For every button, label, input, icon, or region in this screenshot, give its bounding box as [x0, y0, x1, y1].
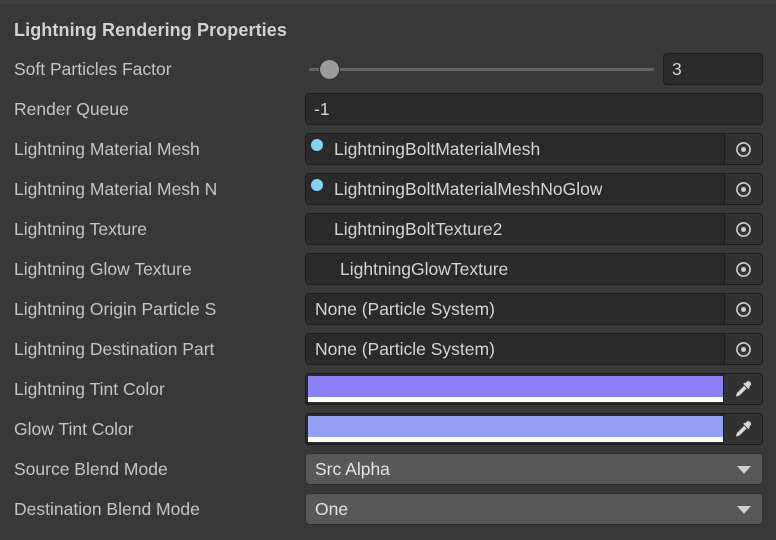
- object-picker-glyph: [736, 141, 751, 157]
- panel-top-edge: [0, 0, 776, 4]
- property-label: Lightning Material Mesh N: [14, 179, 218, 199]
- dropdown-selected-value: One: [315, 499, 349, 519]
- soft-particles-slider[interactable]: [305, 49, 657, 89]
- color-swatch[interactable]: [308, 376, 723, 402]
- object-field-value: LightningGlowTexture: [340, 258, 509, 279]
- property-row-source-blend-mode: Source Blend Mode Src Alpha: [0, 449, 776, 489]
- dropdown-selected-value: Src Alpha: [315, 459, 390, 479]
- color-swatch-rgb: [308, 416, 723, 437]
- property-row-glow-tint-color: Glow Tint Color: [0, 409, 776, 449]
- property-row-lightning-material-mesh-no-glow: Lightning Material Mesh N LightningBoltM…: [0, 169, 776, 209]
- object-field-content: LightningBoltTexture2: [306, 214, 724, 244]
- property-label: Destination Blend Mode: [14, 499, 200, 519]
- property-row-lightning-texture: Lightning Texture LightningBoltTexture2: [0, 209, 776, 249]
- color-swatch[interactable]: [308, 416, 723, 442]
- property-field: LightningBoltTexture2: [305, 209, 763, 249]
- property-field: [305, 409, 763, 449]
- glow-tint-color-field[interactable]: [305, 413, 763, 445]
- inspector-panel: Lightning Rendering Properties Soft Part…: [0, 0, 776, 540]
- property-row-lightning-glow-texture: Lightning Glow Texture LightningGlowText…: [0, 249, 776, 289]
- slider-track[interactable]: [309, 68, 654, 71]
- color-swatch-alpha: [308, 437, 723, 442]
- property-field: LightningBoltMaterialMeshNoGlow: [305, 169, 763, 209]
- property-label: Lightning Tint Color: [14, 379, 165, 399]
- chevron-down-icon: [737, 506, 751, 514]
- property-row-destination-blend-mode: Destination Blend Mode One: [0, 489, 776, 529]
- object-picker-icon[interactable]: [724, 214, 762, 244]
- object-field-content: None (Particle System): [306, 334, 724, 364]
- object-picker-icon[interactable]: [724, 294, 762, 324]
- property-row-lightning-origin-particle-system: Lightning Origin Particle S None (Partic…: [0, 289, 776, 329]
- color-swatch-alpha: [308, 397, 723, 402]
- object-picker-glyph: [736, 301, 751, 317]
- texture-gradient-icon: [309, 218, 331, 240]
- object-field-value: LightningBoltMaterialMesh: [334, 138, 541, 159]
- property-label: Lightning Glow Texture: [14, 259, 192, 279]
- source-blend-mode-dropdown[interactable]: Src Alpha: [305, 453, 763, 485]
- object-picker-icon[interactable]: [724, 334, 762, 364]
- property-label: Soft Particles Factor: [14, 59, 172, 79]
- property-label: Lightning Material Mesh: [14, 139, 200, 159]
- material-sphere-icon: [309, 178, 331, 200]
- material-sphere-icon: [309, 138, 331, 160]
- property-row-lightning-material-mesh: Lightning Material Mesh LightningBoltMat…: [0, 129, 776, 169]
- object-picker-glyph: [736, 341, 751, 357]
- property-label: Glow Tint Color: [14, 419, 134, 439]
- property-label: Lightning Origin Particle S: [14, 299, 217, 319]
- property-row-render-queue: Render Queue -1: [0, 89, 776, 129]
- property-field: One: [305, 489, 763, 529]
- destination-blend-mode-dropdown[interactable]: One: [305, 493, 763, 525]
- property-label: Lightning Destination Part: [14, 339, 215, 359]
- lightning-tint-color-field[interactable]: [305, 373, 763, 405]
- object-picker-glyph: [736, 221, 751, 237]
- object-picker-icon[interactable]: [724, 134, 762, 164]
- color-swatch-rgb: [308, 376, 723, 397]
- property-field: [305, 369, 763, 409]
- eyedropper-icon[interactable]: [723, 374, 762, 404]
- object-field-content: None (Particle System): [306, 294, 724, 324]
- property-label: Lightning Texture: [14, 219, 147, 239]
- object-picker-glyph: [736, 261, 751, 277]
- object-field-value: LightningBoltTexture2: [334, 218, 503, 239]
- page-title: Lightning Rendering Properties: [14, 20, 288, 40]
- soft-particles-value-input[interactable]: 3: [663, 53, 763, 85]
- object-picker-icon[interactable]: [724, 254, 762, 284]
- render-queue-input[interactable]: -1: [305, 93, 763, 125]
- property-field: None (Particle System): [305, 289, 763, 329]
- property-row-lightning-tint-color: Lightning Tint Color: [0, 369, 776, 409]
- property-field: LightningGlowTexture: [305, 249, 763, 289]
- object-field-value: LightningBoltMaterialMeshNoGlow: [334, 178, 603, 199]
- lightning-glow-texture-object-field[interactable]: LightningGlowTexture: [305, 253, 763, 285]
- lightning-material-mesh-no-glow-object-field[interactable]: LightningBoltMaterialMeshNoGlow: [305, 173, 763, 205]
- chevron-down-icon: [737, 466, 751, 474]
- object-field-value: None (Particle System): [315, 338, 495, 359]
- object-field-content: LightningGlowTexture: [306, 254, 724, 284]
- property-row-lightning-destination-particle-system: Lightning Destination Part None (Particl…: [0, 329, 776, 369]
- property-field: -1: [305, 89, 763, 129]
- eyedropper-glyph: [735, 420, 751, 437]
- object-field-content: LightningBoltMaterialMesh: [306, 134, 724, 164]
- texture-glow-icon: [309, 258, 331, 280]
- object-field-content: LightningBoltMaterialMeshNoGlow: [306, 174, 724, 204]
- property-label: Render Queue: [14, 99, 129, 119]
- lightning-material-mesh-object-field[interactable]: LightningBoltMaterialMesh: [305, 133, 763, 165]
- object-field-value: None (Particle System): [315, 298, 495, 319]
- property-field: 3: [305, 49, 763, 89]
- eyedropper-icon[interactable]: [723, 414, 762, 444]
- lightning-texture-object-field[interactable]: LightningBoltTexture2: [305, 213, 763, 245]
- property-field: LightningBoltMaterialMesh: [305, 129, 763, 169]
- object-picker-glyph: [736, 181, 751, 197]
- object-picker-icon[interactable]: [724, 174, 762, 204]
- lightning-destination-particle-system-object-field[interactable]: None (Particle System): [305, 333, 763, 365]
- property-label: Source Blend Mode: [14, 459, 168, 479]
- property-row-soft-particles-factor: Soft Particles Factor 3: [0, 49, 776, 89]
- slider-handle[interactable]: [320, 60, 339, 79]
- eyedropper-glyph: [735, 380, 751, 397]
- lightning-origin-particle-system-object-field[interactable]: None (Particle System): [305, 293, 763, 325]
- property-field: Src Alpha: [305, 449, 763, 489]
- property-field: None (Particle System): [305, 329, 763, 369]
